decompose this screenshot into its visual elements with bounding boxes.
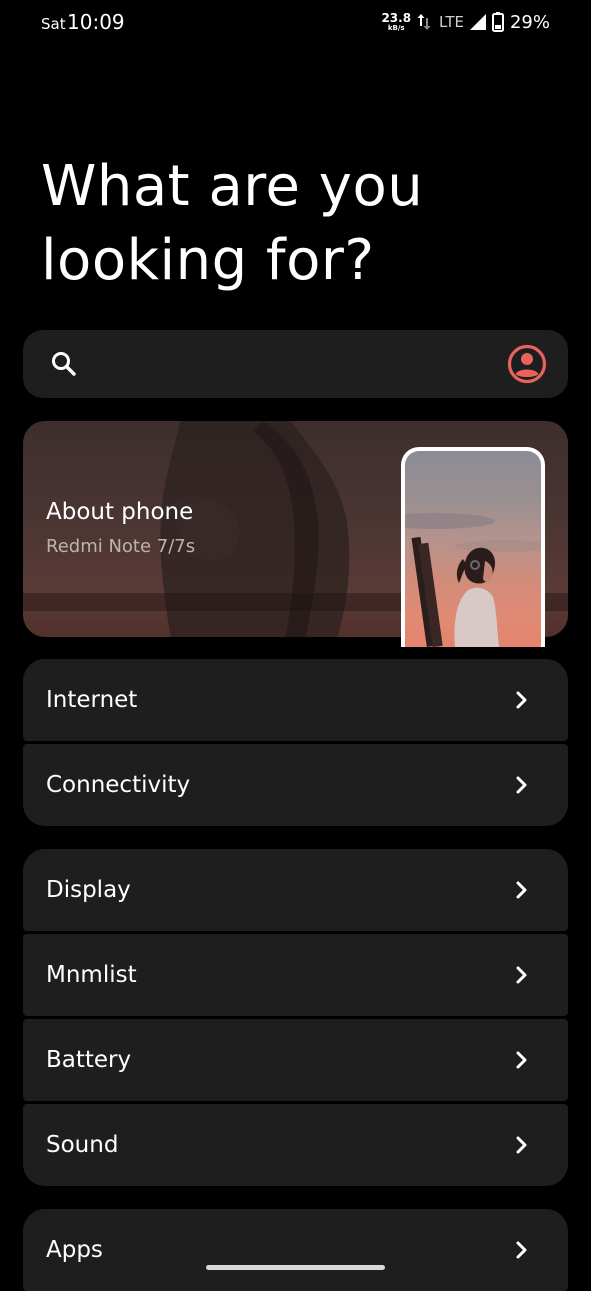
settings-group-device: Display Mnmlist Battery Sound bbox=[23, 849, 568, 1186]
settings-group-network: Internet Connectivity bbox=[23, 659, 568, 826]
signal-icon bbox=[469, 13, 487, 31]
network-type: LTE bbox=[439, 13, 464, 31]
phone-preview-image bbox=[401, 447, 545, 647]
network-speed-value: 23.8 bbox=[381, 11, 412, 25]
settings-item-display[interactable]: Display bbox=[23, 849, 568, 931]
about-phone-title: About phone bbox=[46, 499, 194, 525]
settings-item-label: Connectivity bbox=[46, 772, 191, 798]
page-title-line2: looking for? bbox=[41, 228, 375, 293]
chevron-right-icon bbox=[516, 691, 527, 709]
network-speed-unit: kB/s bbox=[387, 24, 405, 32]
settings-item-sound[interactable]: Sound bbox=[23, 1104, 568, 1186]
account-circle-icon[interactable] bbox=[507, 344, 547, 384]
chevron-right-icon bbox=[516, 776, 527, 794]
settings-item-label: Display bbox=[46, 877, 131, 903]
page-title-line1: What are you bbox=[41, 154, 424, 219]
settings-item-connectivity[interactable]: Connectivity bbox=[23, 744, 568, 826]
settings-item-internet[interactable]: Internet bbox=[23, 659, 568, 741]
status-bar: Sat 10:09 23.8 kB/s LTE 29% bbox=[0, 0, 591, 44]
chevron-right-icon bbox=[516, 966, 527, 984]
chevron-right-icon bbox=[516, 1136, 527, 1154]
status-day: Sat bbox=[41, 15, 66, 33]
about-phone-subtitle: Redmi Note 7/7s bbox=[46, 536, 196, 557]
settings-group-apps: Apps bbox=[23, 1209, 568, 1291]
status-indicators: 23.8 kB/s LTE 29% bbox=[381, 8, 550, 36]
settings-item-mnmlist[interactable]: Mnmlist bbox=[23, 934, 568, 1016]
settings-item-label: Apps bbox=[46, 1237, 103, 1263]
settings-item-apps[interactable]: Apps bbox=[23, 1209, 568, 1291]
chevron-right-icon bbox=[516, 1051, 527, 1069]
data-transfer-icon bbox=[416, 11, 432, 33]
gesture-nav-handle[interactable] bbox=[206, 1265, 385, 1270]
settings-item-battery[interactable]: Battery bbox=[23, 1019, 568, 1101]
settings-item-label: Internet bbox=[46, 687, 138, 713]
chevron-right-icon bbox=[516, 881, 527, 899]
battery-icon bbox=[491, 12, 504, 32]
settings-item-label: Mnmlist bbox=[46, 962, 137, 988]
battery-percent: 29% bbox=[509, 11, 550, 33]
chevron-right-icon bbox=[516, 1241, 527, 1259]
status-time: 10:09 bbox=[67, 10, 125, 34]
search-icon[interactable] bbox=[49, 349, 79, 379]
network-speed: 23.8 kB/s bbox=[381, 12, 411, 32]
page-title: What are you looking for? bbox=[41, 150, 561, 298]
settings-item-label: Sound bbox=[46, 1132, 119, 1158]
settings-item-label: Battery bbox=[46, 1047, 132, 1073]
search-bar[interactable] bbox=[23, 330, 568, 398]
